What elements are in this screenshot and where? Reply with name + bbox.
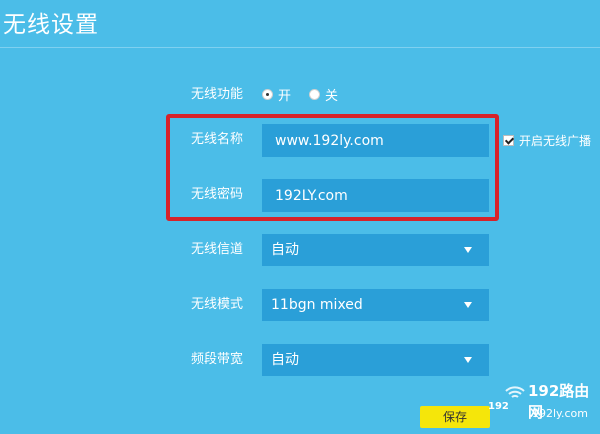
radio-on[interactable]	[262, 88, 273, 100]
title-divider	[0, 47, 600, 48]
wireless-password-input[interactable]	[262, 179, 489, 212]
page-title: 无线设置	[3, 12, 99, 38]
watermark: 192路由网 192 192ly.com	[488, 380, 600, 434]
broadcast-checkbox[interactable]	[503, 135, 514, 146]
wifi-icon	[505, 386, 525, 398]
broadcast-option[interactable]: 开启无线广播	[503, 132, 591, 149]
broadcast-label[interactable]: 开启无线广播	[519, 132, 591, 149]
radio-off-label[interactable]: 关	[325, 85, 338, 104]
wireless-function-label: 无线功能	[191, 87, 244, 102]
radio-on-label[interactable]: 开	[278, 85, 291, 104]
bandwidth-label: 频段带宽	[191, 352, 244, 367]
wireless-function-radio-group: 开 关	[262, 85, 356, 104]
bandwidth-select[interactable]: 自动	[262, 344, 489, 376]
wireless-name-input[interactable]	[262, 124, 489, 157]
chevron-down-icon	[464, 357, 472, 363]
save-button[interactable]: 保存	[420, 406, 490, 428]
watermark-url: 192ly.com	[532, 407, 588, 420]
wireless-channel-select[interactable]: 自动	[262, 234, 489, 266]
radio-off[interactable]	[309, 88, 321, 100]
watermark-number: 192	[488, 401, 509, 412]
wireless-name-label: 无线名称	[191, 132, 244, 147]
wireless-mode-select[interactable]: 11bgn mixed	[262, 289, 489, 321]
wireless-channel-value: 自动	[271, 242, 299, 258]
chevron-down-icon	[464, 247, 472, 253]
wireless-mode-label: 无线模式	[191, 297, 244, 312]
wireless-mode-value: 11bgn mixed	[271, 297, 363, 313]
bandwidth-value: 自动	[271, 352, 299, 368]
wireless-password-label: 无线密码	[191, 187, 244, 202]
chevron-down-icon	[464, 302, 472, 308]
wireless-channel-label: 无线信道	[191, 242, 244, 257]
